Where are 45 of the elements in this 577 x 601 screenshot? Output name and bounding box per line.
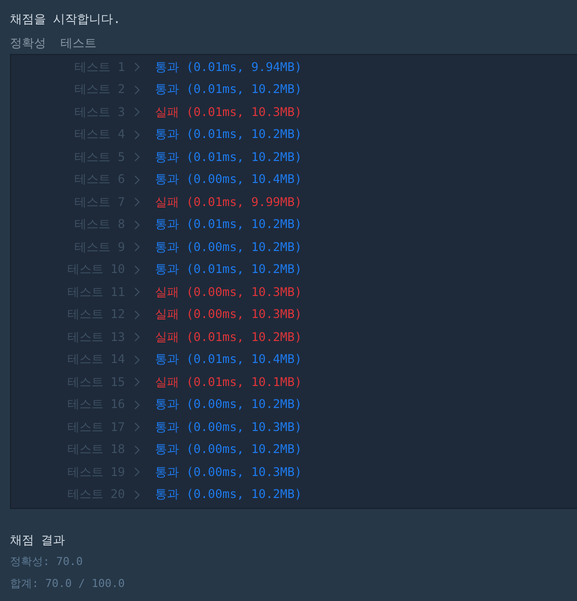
test-result: 통과 (0.01ms, 10.2MB) (155, 126, 302, 144)
test-result: 통과 (0.01ms, 10.2MB) (155, 261, 302, 278)
test-result: 통과 (0.01ms, 9.94MB) (155, 58, 302, 76)
test-result: 통과 (0.00ms, 10.3MB) (155, 418, 302, 436)
chevron-icon (134, 400, 140, 410)
test-result: 통과 (0.00ms, 10.4MB) (155, 171, 302, 188)
chevron-icon (134, 152, 140, 162)
test-result: 통과 (0.00ms, 10.2MB) (155, 441, 302, 458)
summary-title: 채점 결과 (10, 532, 66, 549)
chevron-icon (134, 332, 140, 342)
section-title: 정확성 테스트 (10, 35, 98, 52)
test-result: 통과 (0.00ms, 10.3MB) (155, 464, 302, 481)
chevron-icon (134, 174, 140, 185)
chevron-icon (134, 490, 140, 500)
chevron-icon (134, 377, 140, 388)
test-result: 실패 (0.00ms, 10.3MB) (155, 306, 302, 324)
test-result: 통과 (0.01ms, 10.2MB) (155, 216, 302, 234)
chevron-icon (134, 310, 140, 320)
test-result: 통과 (0.00ms, 10.2MB) (155, 396, 302, 414)
status-message: 채점을 시작합니다. (10, 11, 122, 28)
chevron-icon (134, 264, 140, 275)
chevron-icon (134, 467, 140, 478)
chevron-icon (134, 130, 140, 140)
test-result: 통과 (0.00ms, 10.2MB) (155, 486, 302, 504)
chevron-icon (134, 354, 140, 365)
total-score: 합계: 70.0 / 100.0 (10, 576, 126, 592)
test-result: 실패 (0.01ms, 10.2MB) (155, 328, 302, 346)
chevron-icon (134, 242, 140, 252)
chevron-icon (134, 287, 140, 298)
test-result: 통과 (0.01ms, 10.4MB) (155, 351, 302, 368)
chevron-icon (134, 84, 140, 95)
chevron-icon (134, 220, 140, 230)
chevron-icon (134, 107, 140, 118)
chevron-icon (134, 422, 140, 432)
test-result: 통과 (0.00ms, 10.2MB) (155, 238, 302, 256)
chevron-icon (134, 62, 140, 72)
test-result: 실패 (0.01ms, 10.1MB) (155, 374, 302, 391)
test-result: 통과 (0.01ms, 10.2MB) (155, 81, 302, 98)
test-result: 실패 (0.01ms, 10.3MB) (155, 104, 302, 121)
test-result: 통과 (0.01ms, 10.2MB) (155, 148, 302, 166)
accuracy-score: 정확성: 70.0 (10, 554, 84, 570)
chevron-icon (134, 444, 140, 455)
test-result: 실패 (0.01ms, 9.99MB) (155, 194, 302, 211)
test-result: 실패 (0.00ms, 10.3MB) (155, 284, 302, 301)
chevron-icon (134, 197, 140, 208)
